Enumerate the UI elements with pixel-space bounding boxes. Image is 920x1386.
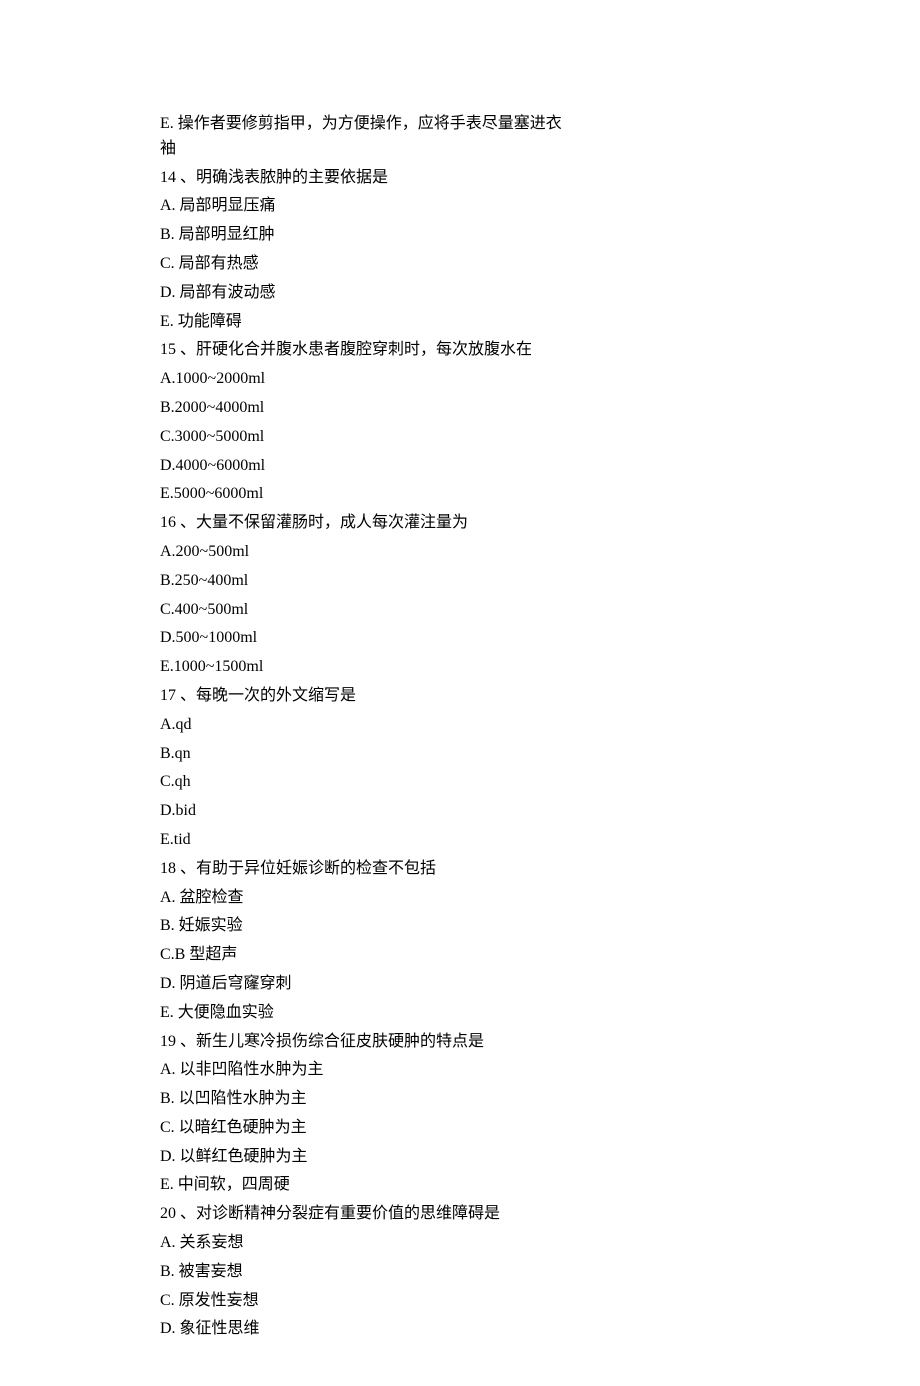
- text-line: C. 以暗红色硬肿为主: [160, 1116, 570, 1141]
- text-line: 16 、大量不保留灌肠时，成人每次灌注量为: [160, 511, 570, 536]
- text-line: A.qd: [160, 713, 570, 738]
- text-line: E.1000~1500ml: [160, 655, 570, 680]
- text-line: C.B 型超声: [160, 943, 570, 968]
- text-line: 14 、明确浅表脓肿的主要依据是: [160, 166, 570, 191]
- text-line: D. 局部有波动感: [160, 281, 570, 306]
- text-line: E.tid: [160, 828, 570, 853]
- text-line: D. 象征性思维: [160, 1317, 570, 1342]
- text-line: A.1000~2000ml: [160, 367, 570, 392]
- text-line: A. 以非凹陷性水肿为主: [160, 1058, 570, 1083]
- text-line: E. 操作者要修剪指甲，为方便操作，应将手表尽量塞进衣袖: [160, 112, 570, 162]
- text-line: B. 局部明显红肿: [160, 223, 570, 248]
- text-line: A. 盆腔检查: [160, 886, 570, 911]
- document-body: E. 操作者要修剪指甲，为方便操作，应将手表尽量塞进衣袖 14 、明确浅表脓肿的…: [160, 112, 570, 1342]
- text-line: C.3000~5000ml: [160, 425, 570, 450]
- text-line: E. 中间软，四周硬: [160, 1173, 570, 1198]
- text-line: D.500~1000ml: [160, 626, 570, 651]
- text-line: B.qn: [160, 742, 570, 767]
- text-line: B.250~400ml: [160, 569, 570, 594]
- text-line: E. 功能障碍: [160, 310, 570, 335]
- text-line: E.5000~6000ml: [160, 482, 570, 507]
- text-line: B.2000~4000ml: [160, 396, 570, 421]
- text-line: 17 、每晚一次的外文缩写是: [160, 684, 570, 709]
- text-line: A.200~500ml: [160, 540, 570, 565]
- text-line: D. 阴道后穹窿穿刺: [160, 972, 570, 997]
- text-line: D.4000~6000ml: [160, 454, 570, 479]
- text-line: C.qh: [160, 770, 570, 795]
- text-line: B. 以凹陷性水肿为主: [160, 1087, 570, 1112]
- text-line: E. 大便隐血实验: [160, 1001, 570, 1026]
- text-line: 19 、新生儿寒冷损伤综合征皮肤硬肿的特点是: [160, 1030, 570, 1055]
- text-line: C. 局部有热感: [160, 252, 570, 277]
- text-line: 18 、有助于异位妊娠诊断的检查不包括: [160, 857, 570, 882]
- text-line: C. 原发性妄想: [160, 1289, 570, 1314]
- text-line: B. 被害妄想: [160, 1260, 570, 1285]
- text-line: A. 局部明显压痛: [160, 194, 570, 219]
- text-line: 15 、肝硬化合并腹水患者腹腔穿刺时，每次放腹水在: [160, 338, 570, 363]
- text-line: 20 、对诊断精神分裂症有重要价值的思维障碍是: [160, 1202, 570, 1227]
- text-line: D.bid: [160, 799, 570, 824]
- text-line: B. 妊娠实验: [160, 914, 570, 939]
- text-line: A. 关系妄想: [160, 1231, 570, 1256]
- text-line: D. 以鲜红色硬肿为主: [160, 1145, 570, 1170]
- text-line: C.400~500ml: [160, 598, 570, 623]
